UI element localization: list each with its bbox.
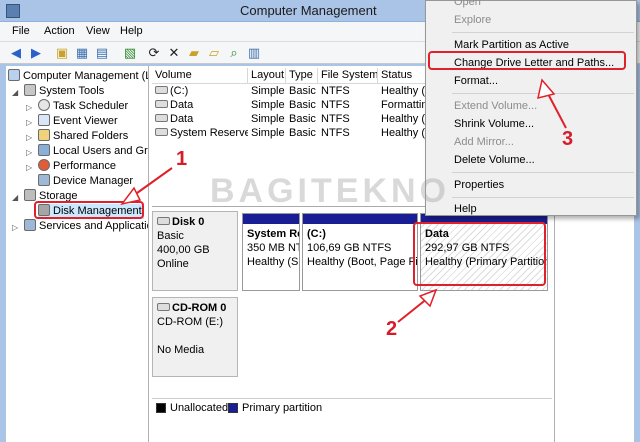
- search-icon[interactable]: ⌕: [226, 45, 242, 61]
- collapse-arrow-icon[interactable]: ◢: [12, 88, 18, 97]
- volume-icon: [155, 100, 168, 108]
- tree-device-manager[interactable]: Device Manager: [38, 174, 133, 189]
- highlight-data-partition: [413, 222, 546, 286]
- menu-help[interactable]: Help: [120, 25, 143, 37]
- highlight-disk-management: [34, 201, 144, 219]
- expand-arrow-icon[interactable]: ▷: [12, 223, 18, 232]
- computer-management-icon: [6, 4, 20, 18]
- menu-item-extend: Extend Volume...: [454, 100, 538, 112]
- menu-item-help[interactable]: Help: [454, 202, 477, 216]
- tree-shared-folders[interactable]: Shared Folders: [38, 129, 128, 144]
- legend-unallocated-swatch: [156, 403, 166, 413]
- tools-icon: [24, 84, 36, 96]
- event-log-icon: [38, 114, 50, 126]
- legend-primary-swatch: [228, 403, 238, 413]
- volume-icon: [155, 86, 168, 94]
- services-icon: [24, 219, 36, 231]
- clock-icon: [38, 99, 50, 111]
- navigation-tree: Computer Management (L ◢ System Tools ▷ …: [6, 66, 149, 442]
- up-folder-icon[interactable]: ▣: [54, 45, 70, 61]
- menu-item-shrink[interactable]: Shrink Volume...: [454, 117, 534, 131]
- menu-item-add-mirror: Add Mirror...: [454, 136, 514, 148]
- menu-item-delete[interactable]: Delete Volume...: [454, 153, 535, 167]
- volume-icon: [155, 114, 168, 122]
- menu-item-properties[interactable]: Properties: [454, 178, 504, 192]
- device-manager-icon: [38, 174, 50, 186]
- menu-item-mark-active[interactable]: Mark Partition as Active: [454, 38, 569, 52]
- column-header-layout[interactable]: Layout: [248, 68, 286, 84]
- tree-system-tools[interactable]: System Tools: [24, 84, 104, 99]
- folder-icon: [38, 129, 50, 141]
- tree-services[interactable]: Services and Applicatio: [24, 219, 148, 234]
- open-folder-icon[interactable]: ▱: [206, 45, 222, 61]
- tree-root[interactable]: Computer Management (L: [8, 69, 148, 84]
- menu-item-format[interactable]: Format...: [454, 74, 498, 88]
- refresh-icon[interactable]: ⟳: [146, 45, 162, 61]
- new-folder-icon[interactable]: ▰: [186, 45, 202, 61]
- column-header-file-system[interactable]: File System: [318, 68, 378, 84]
- legend-primary: Primary partition: [242, 402, 323, 414]
- back-icon[interactable]: ◀: [8, 45, 24, 61]
- show-hide-tree-icon[interactable]: ▦: [74, 45, 90, 61]
- cdrom-0-info[interactable]: CD-ROM 0 CD-ROM (E:) No Media: [152, 297, 238, 377]
- help-icon[interactable]: ▧: [122, 45, 138, 61]
- computer-icon: [8, 69, 20, 81]
- users-icon: [38, 144, 50, 156]
- disk-icon: [157, 217, 170, 225]
- column-header-type[interactable]: Type: [286, 68, 318, 84]
- window-title: Computer Management: [240, 3, 377, 18]
- view-icon[interactable]: ▥: [246, 45, 262, 61]
- expand-arrow-icon[interactable]: ▷: [26, 148, 32, 157]
- legend-unallocated: Unallocated: [170, 402, 229, 414]
- properties-icon[interactable]: ▤: [94, 45, 110, 61]
- column-header-volume[interactable]: Volume: [152, 68, 248, 84]
- tree-event-viewer[interactable]: Event Viewer: [38, 114, 118, 129]
- highlight-change-drive-letter: [428, 51, 626, 70]
- expand-arrow-icon[interactable]: ▷: [26, 103, 32, 112]
- expand-arrow-icon[interactable]: ▷: [26, 163, 32, 172]
- annotation-number-1: 1: [176, 148, 188, 170]
- menu-action[interactable]: Action: [44, 25, 75, 37]
- watermark: BAGITEKNO: [210, 172, 450, 210]
- legend: Unallocated Primary partition: [152, 398, 552, 418]
- menu-item-explore: Explore: [454, 14, 492, 26]
- menu-file[interactable]: File: [12, 25, 30, 37]
- collapse-arrow-icon[interactable]: ◢: [12, 193, 18, 202]
- disk-0-info[interactable]: Disk 0 Basic 400,00 GB Online: [152, 211, 238, 291]
- partition-c[interactable]: (C:) 106,69 GB NTFS Healthy (Boot, Page …: [302, 213, 418, 291]
- delete-icon[interactable]: ✕: [166, 45, 182, 61]
- context-menu: Open Explore Mark Partition as Active Ch…: [425, 0, 637, 216]
- expand-arrow-icon[interactable]: ▷: [26, 133, 32, 142]
- performance-icon: [38, 159, 50, 171]
- annotation-number-3: 3: [562, 128, 574, 150]
- menu-item-open: Open: [454, 0, 481, 8]
- annotation-number-2: 2: [386, 318, 398, 340]
- tree-task-scheduler[interactable]: Task Scheduler: [38, 99, 128, 114]
- volume-icon: [155, 128, 168, 136]
- menu-view[interactable]: View: [86, 25, 110, 37]
- storage-icon: [24, 189, 36, 201]
- expand-arrow-icon[interactable]: ▷: [26, 118, 32, 127]
- partition-system-reserved[interactable]: System Re 350 MB NT Healthy (S: [242, 213, 300, 291]
- tree-local-users[interactable]: Local Users and Gro: [38, 144, 148, 159]
- tree-performance[interactable]: Performance: [38, 159, 116, 174]
- forward-icon[interactable]: ▶: [28, 45, 44, 61]
- cdrom-icon: [157, 303, 170, 311]
